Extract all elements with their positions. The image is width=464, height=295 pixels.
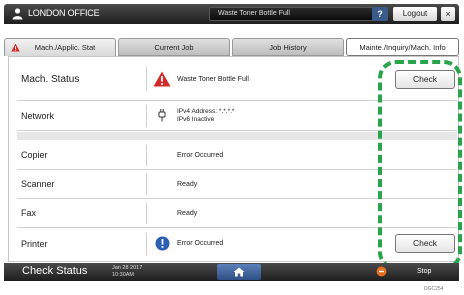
column-divider	[146, 233, 147, 256]
check-status-label: Check Status	[22, 265, 88, 277]
home-button[interactable]	[217, 264, 261, 280]
tab-current-job[interactable]: Current Job	[118, 38, 230, 56]
stop-label: Stop	[417, 268, 432, 275]
column-divider	[146, 67, 147, 91]
copier-label: Copier	[21, 150, 48, 160]
column-divider	[146, 203, 147, 224]
alert-text: Waste Toner Bottle Full	[218, 10, 290, 17]
machine-status-value: Waste Toner Bottle Full	[177, 76, 249, 83]
tab-label: Mainte./Inquiry/Mach. Info	[359, 43, 446, 52]
stop-icon[interactable]	[376, 266, 387, 277]
column-divider	[146, 145, 147, 166]
help-button[interactable]: ?	[372, 7, 388, 21]
user-icon	[12, 8, 23, 20]
network-ipv4: IPv4 Address: *.*.*.*	[177, 108, 235, 115]
warning-icon	[11, 43, 20, 52]
network-ipv6: IPv6 Inactive	[177, 116, 215, 123]
scanner-label: Scanner	[21, 179, 55, 189]
scanner-status: Ready	[177, 181, 198, 188]
office-title: LONDON OFFICE	[28, 8, 100, 18]
column-divider	[146, 105, 147, 127]
copier-status: Error Occurred	[177, 152, 224, 159]
tab-label: Current Job	[154, 43, 194, 52]
network-plug-icon	[158, 109, 166, 122]
machine-status-label: Mach. Status	[21, 74, 80, 85]
time-text: 10:30AM	[112, 272, 135, 278]
tab-maintenance-inquiry[interactable]: Mainte./Inquiry/Mach. Info	[346, 38, 459, 56]
home-icon	[233, 267, 245, 277]
printer-label: Printer	[21, 239, 48, 249]
top-bar: LONDON OFFICE Waste Toner Bottle Full ? …	[4, 4, 459, 24]
date-text: Jan 28 2017	[112, 265, 143, 271]
warning-triangle-icon	[153, 71, 171, 87]
fax-status: Ready	[177, 210, 198, 217]
info-circle-icon	[155, 236, 170, 251]
bottom-bar: Check Status Jan 28 2017 10:30AM Stop	[4, 263, 459, 281]
tab-job-history[interactable]: Job History	[232, 38, 344, 56]
tab-mach-applic-stat[interactable]: Mach./Applic. Stat	[4, 38, 116, 56]
check-buttons-highlight	[378, 60, 462, 270]
tab-label: Mach./Applic. Stat	[34, 43, 96, 52]
column-divider	[146, 174, 147, 195]
close-button[interactable]: ×	[441, 7, 455, 21]
alert-message-box[interactable]: Waste Toner Bottle Full	[209, 7, 379, 21]
logout-button[interactable]: Logout	[393, 7, 437, 21]
printer-status: Error Occurred	[177, 240, 224, 247]
fax-label: Fax	[21, 208, 37, 218]
tab-label: Job History	[269, 43, 307, 52]
network-label: Network	[21, 111, 55, 121]
tab-bar: Mach./Applic. Stat Current Job Job Histo…	[4, 38, 459, 56]
date-time: Jan 28 2017 10:30AM	[112, 265, 142, 279]
figure-code: DGC254	[424, 286, 444, 292]
